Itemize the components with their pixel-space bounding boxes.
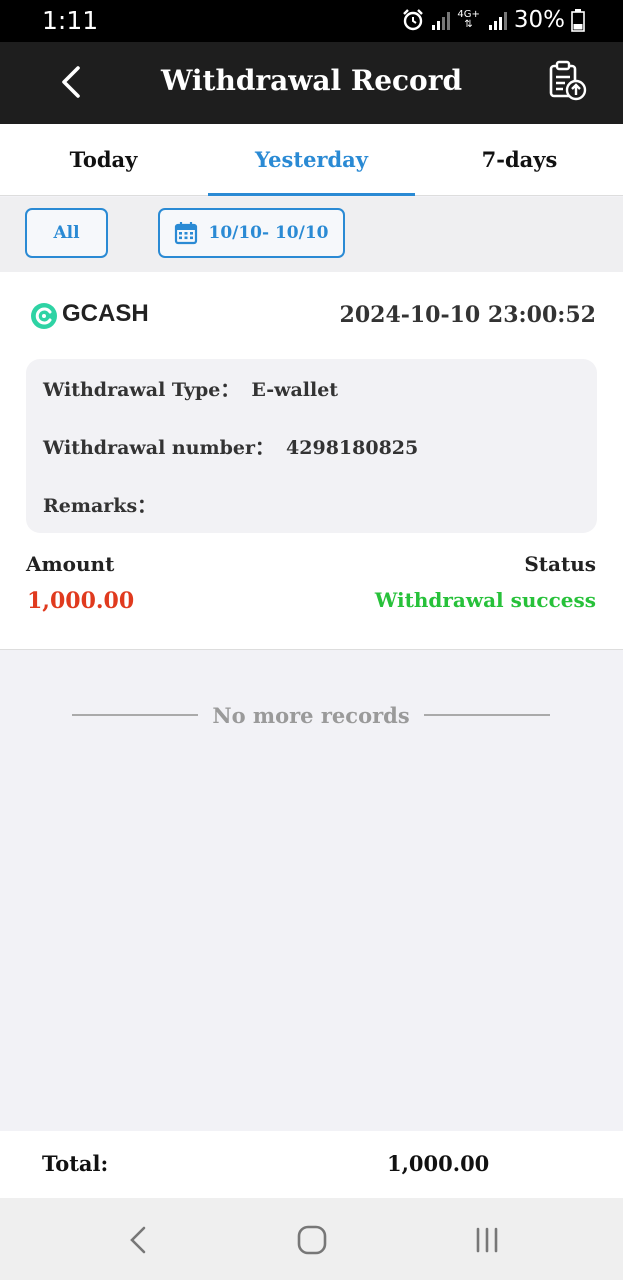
withdrawal-number-row: Withdrawal number： 4298180825 bbox=[43, 433, 418, 460]
no-more-records-text: No more records bbox=[212, 702, 410, 728]
status-time: 1:11 bbox=[42, 6, 99, 35]
divider-line-left bbox=[72, 714, 199, 716]
battery-percent: 30% bbox=[513, 7, 565, 33]
nav-home-icon[interactable] bbox=[292, 1220, 332, 1260]
filter-all-button[interactable]: All bbox=[25, 208, 108, 258]
system-nav-bar bbox=[0, 1198, 623, 1280]
total-value: 1,000.00 bbox=[387, 1151, 490, 1176]
nav-recents-icon[interactable] bbox=[467, 1220, 507, 1260]
gcash-logo-icon bbox=[31, 303, 57, 329]
signal-icon-2 bbox=[488, 12, 507, 30]
tab-yesterday[interactable]: Yesterday bbox=[208, 124, 415, 196]
withdrawal-type-value: E-wallet bbox=[251, 379, 339, 401]
status-label: Status bbox=[524, 552, 596, 576]
alarm-icon bbox=[403, 9, 424, 31]
signal-icon bbox=[432, 12, 451, 30]
date-range-label: 10/10- 10/10 bbox=[208, 223, 329, 243]
tab-today[interactable]: Today bbox=[0, 124, 207, 196]
record-details: Withdrawal Type： E-wallet Withdrawal numb… bbox=[26, 359, 597, 533]
amount-value: 1,000.00 bbox=[27, 588, 135, 614]
clipboard-upload-icon[interactable] bbox=[545, 60, 589, 104]
list-end-divider: No more records bbox=[72, 700, 551, 730]
tab-7-days[interactable]: 7-days bbox=[416, 124, 623, 196]
date-tabs: Today Yesterday 7-days bbox=[0, 124, 623, 196]
date-range-button[interactable]: 10/10- 10/10 bbox=[158, 208, 345, 258]
record-datetime: 2024-10-10 23:00:52 bbox=[339, 302, 596, 328]
status-value: Withdrawal success bbox=[374, 588, 596, 612]
app-header: Withdrawal Record bbox=[0, 42, 623, 124]
battery-icon bbox=[571, 9, 585, 32]
total-bar: Total: 1,000.00 bbox=[0, 1131, 623, 1198]
remarks-row: Remarks： bbox=[43, 491, 168, 518]
status-bar: 1:11 4G+ ⇅ 30% bbox=[0, 0, 623, 42]
status-icons: 4G+ ⇅ 30% bbox=[401, 7, 585, 33]
divider-line-right bbox=[423, 714, 551, 716]
withdrawal-type-row: Withdrawal Type： E-wallet bbox=[43, 375, 338, 402]
withdrawal-record-card[interactable]: GCASH 2024-10-10 23:00:52 Withdrawal Typ… bbox=[0, 272, 623, 650]
calendar-icon bbox=[175, 222, 198, 245]
payment-method: GCASH bbox=[62, 300, 149, 327]
withdrawal-number-value: 4298180825 bbox=[286, 437, 419, 459]
withdrawal-number-label: Withdrawal number： bbox=[43, 437, 275, 459]
active-tab-indicator bbox=[208, 193, 415, 196]
total-label: Total: bbox=[42, 1151, 109, 1176]
network-type: 4G+ ⇅ bbox=[457, 9, 480, 30]
remarks-label: Remarks： bbox=[43, 495, 157, 517]
withdrawal-type-label: Withdrawal Type： bbox=[43, 379, 240, 401]
nav-back-icon[interactable] bbox=[118, 1220, 158, 1260]
filter-bar: All 10/10- 10/10 bbox=[0, 197, 623, 272]
page-title: Withdrawal Record bbox=[160, 64, 463, 97]
amount-label: Amount bbox=[26, 552, 115, 576]
